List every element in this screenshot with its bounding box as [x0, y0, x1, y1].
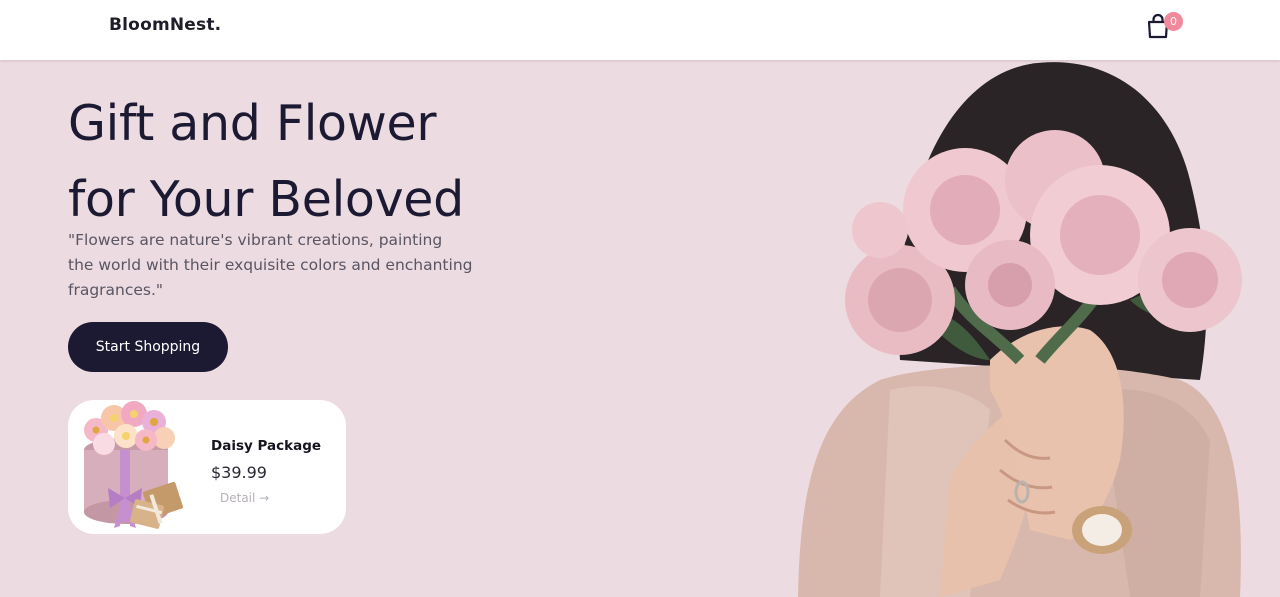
- top-navbar: BloomNest. 0: [0, 0, 1280, 60]
- cart-button[interactable]: 0: [1144, 12, 1186, 42]
- hero-title: Gift and Flower for Your Beloved: [68, 86, 464, 238]
- hero-quote-line-3: fragrances.": [68, 281, 164, 299]
- start-shopping-button[interactable]: Start Shopping: [68, 322, 228, 372]
- cart-count-badge: 0: [1164, 12, 1183, 31]
- product-detail-link[interactable]: Detail →: [220, 491, 269, 505]
- hero-quote-line-1: "Flowers are nature's vibrant creations,…: [68, 231, 443, 249]
- brand-logo[interactable]: BloomNest.: [109, 15, 221, 35]
- featured-product-card[interactable]: Daisy Package $39.99 Detail →: [68, 400, 346, 534]
- hero-section: Gift and Flower for Your Beloved "Flower…: [0, 60, 1280, 597]
- hero-quote: "Flowers are nature's vibrant creations,…: [68, 228, 488, 303]
- flower-box-gift-image: [84, 401, 183, 529]
- hero-quote-line-2: the world with their exquisite colors an…: [68, 256, 473, 274]
- product-name: Daisy Package: [211, 438, 322, 454]
- product-price: $39.99: [211, 463, 267, 482]
- hero-title-line-1: Gift and Flower: [68, 95, 437, 152]
- woman-with-peonies-image: [798, 62, 1242, 597]
- hero-title-line-2: for Your Beloved: [68, 171, 464, 228]
